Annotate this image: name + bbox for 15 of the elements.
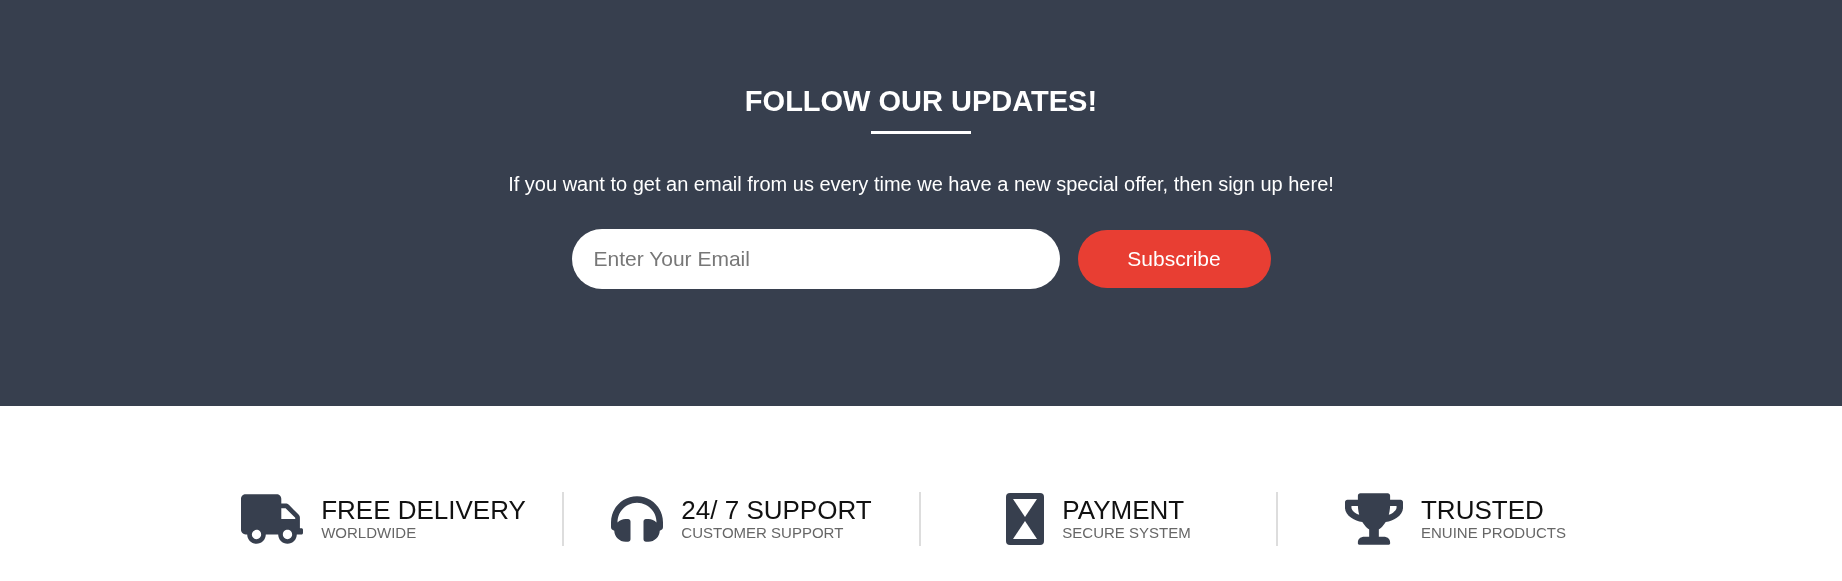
email-field[interactable]: Enter Your Email	[571, 229, 1060, 289]
section-title: FOLLOW OUR UPDATES!	[744, 84, 1098, 118]
feature-title: PAYMENT	[1062, 496, 1185, 524]
section-text: If you want to get an email from us every time we have a new special offer, then sign up here!	[508, 172, 1334, 196]
feature-subtitle: ENUINE PRODUCTS	[1421, 524, 1566, 542]
subscribe-button[interactable]: Subscribe	[1077, 230, 1271, 288]
hourglass-icon	[1006, 493, 1045, 545]
feature-title: FREE DELIVERY	[321, 496, 526, 524]
feature-subtitle: CUSTOMER SUPPORT	[681, 524, 844, 542]
trophy-icon	[1345, 490, 1403, 548]
feature-title: TRUSTED	[1421, 496, 1544, 524]
headphones-icon	[611, 493, 664, 545]
feature-title: 24/ 7 SUPPORT	[681, 496, 872, 524]
feature-subtitle: WORLDWIDE	[321, 524, 417, 542]
feature-subtitle: SECURE SYSTEM	[1062, 524, 1191, 542]
